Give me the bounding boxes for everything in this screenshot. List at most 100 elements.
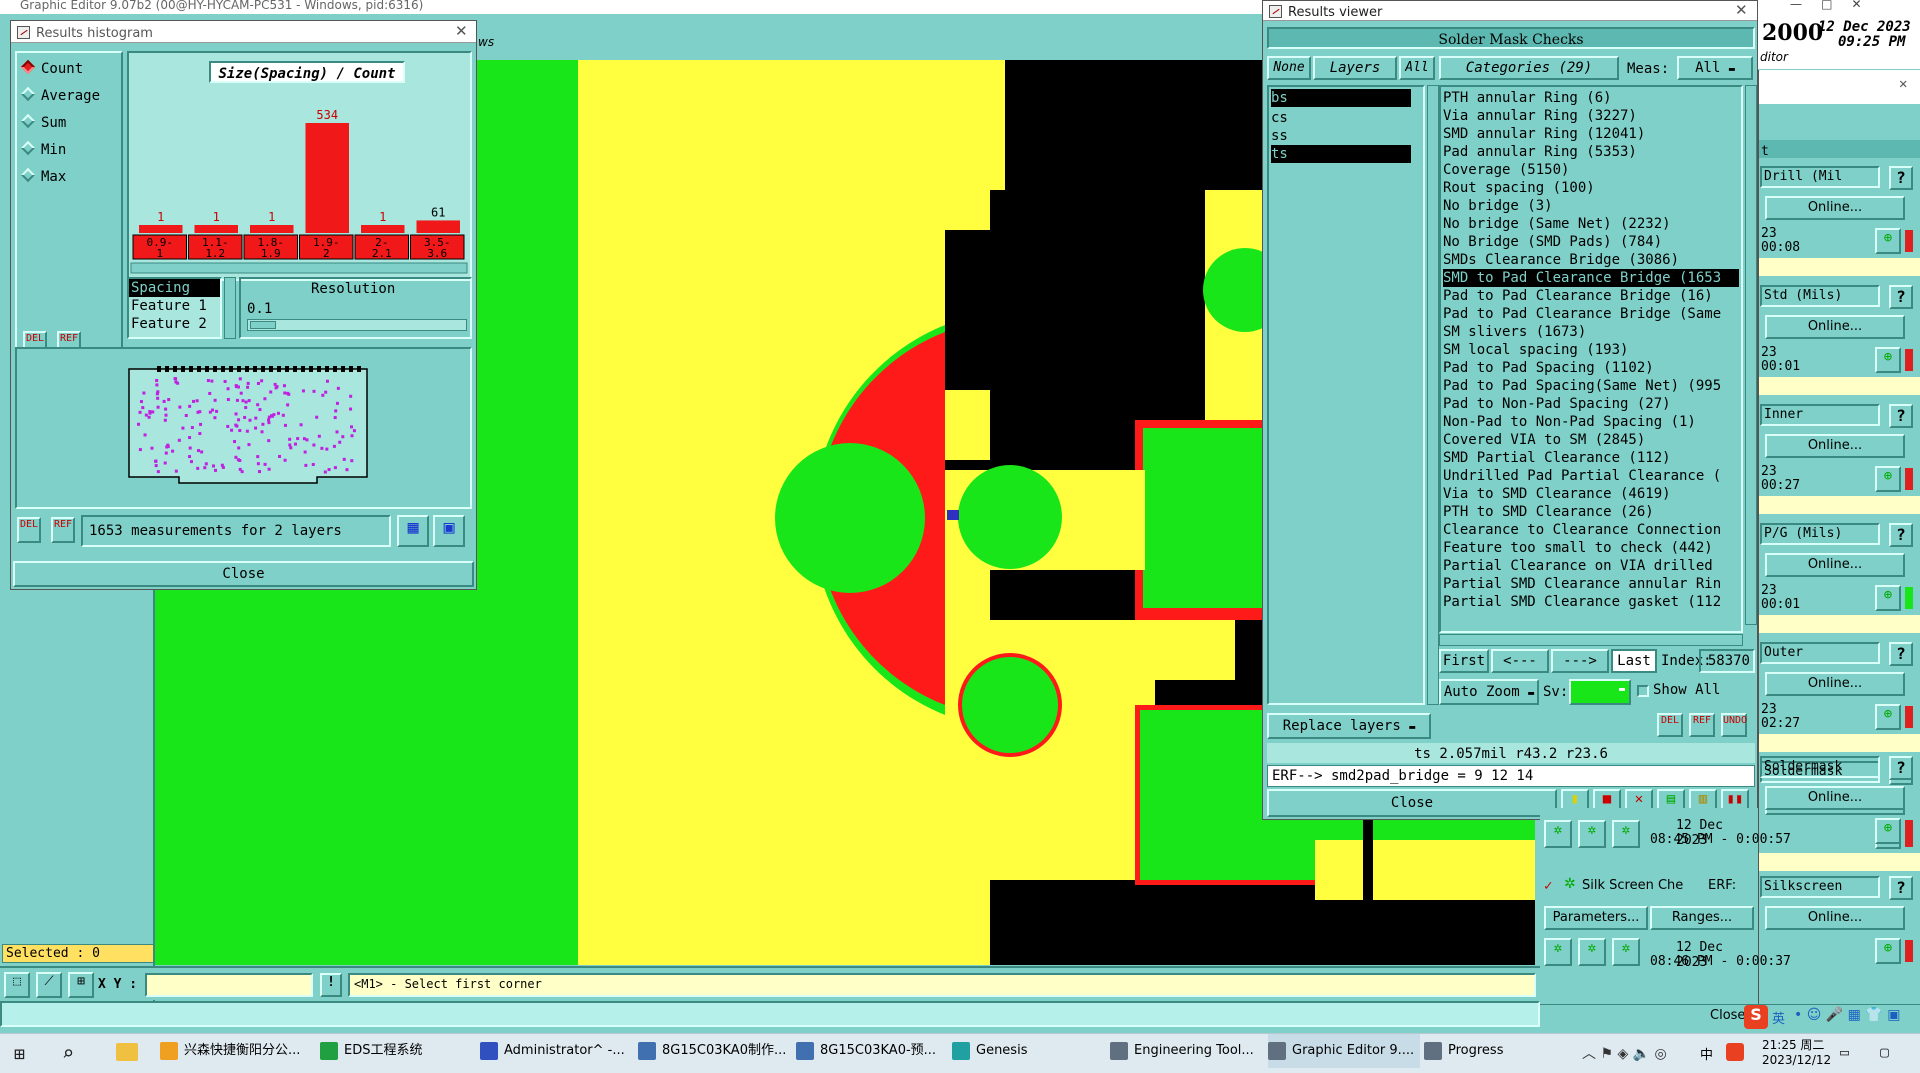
category-item[interactable]: SMD Partial Clearance (112): [1443, 449, 1739, 467]
taskbar-item[interactable]: Graphic Editor 9....: [1268, 1034, 1420, 1068]
category-item[interactable]: SMD to Pad Clearance Bridge (1653: [1443, 269, 1739, 287]
category-item[interactable]: Feature too small to check (442): [1443, 539, 1739, 557]
category-item[interactable]: Pad to Non-Pad Spacing (27): [1443, 395, 1739, 413]
online-button[interactable]: Online...: [1765, 672, 1905, 696]
layer-item-ts[interactable]: ts: [1271, 145, 1411, 163]
help-button[interactable]: ?: [1889, 876, 1913, 900]
zoom-button[interactable]: ⊕: [1875, 938, 1901, 964]
category-item[interactable]: Pad to Pad Spacing (1102): [1443, 359, 1739, 377]
silk-check-toggle[interactable]: ✓: [1544, 878, 1558, 894]
histogram-bar[interactable]: [194, 225, 239, 233]
category-item[interactable]: Partial SMD Clearance gasket (112: [1443, 593, 1739, 611]
ime-lang[interactable]: 英: [1772, 1008, 1785, 1027]
category-item[interactable]: SM local spacing (193): [1443, 341, 1739, 359]
zoom-button[interactable]: ⊕: [1875, 228, 1901, 254]
taskbar-item[interactable]: EDS工程系统: [320, 1034, 472, 1068]
zoom-button[interactable]: ⊕: [1875, 466, 1901, 492]
tray-icons[interactable]: ︿ ⚑ ◈ 🔈 ◎: [1582, 1043, 1667, 1063]
close-icon[interactable]: ✕: [455, 22, 468, 40]
mode-sum[interactable]: Sum: [20, 113, 66, 131]
results-close-button[interactable]: Close: [1267, 789, 1557, 817]
close-icon[interactable]: ✕: [1899, 76, 1907, 92]
silk-run-button[interactable]: ✲: [1544, 938, 1572, 966]
notification-icon[interactable]: ▭: [1840, 1043, 1849, 1061]
online-button[interactable]: Online...: [1765, 786, 1905, 810]
windows-start-icon[interactable]: ⊞: [14, 1044, 25, 1065]
sm-run-button-3[interactable]: ✲: [1612, 820, 1640, 848]
help-button[interactable]: ?: [1889, 523, 1913, 547]
category-item[interactable]: Non-Pad to Non-Pad Spacing (1): [1443, 413, 1739, 431]
histogram-export-button[interactable]: ▦: [397, 515, 429, 547]
tool-button-2[interactable]: ⟋: [36, 972, 62, 998]
layer-item-bs[interactable]: bs: [1271, 89, 1411, 107]
online-button[interactable]: Online...: [1765, 196, 1905, 220]
board-preview[interactable]: [15, 347, 472, 509]
info-button[interactable]: !: [320, 973, 342, 997]
histogram-bar[interactable]: [139, 225, 183, 233]
category-item[interactable]: PTH annular Ring (6): [1443, 89, 1739, 107]
category-item[interactable]: Clearance to Clearance Connection: [1443, 521, 1739, 539]
histogram-close-button[interactable]: Close: [13, 561, 474, 587]
tray-lang[interactable]: 中: [1700, 1044, 1713, 1063]
categories-button[interactable]: Categories (29): [1439, 56, 1619, 80]
first-button[interactable]: First: [1439, 649, 1489, 673]
auto-zoom-dropdown[interactable]: Auto Zoom ▬: [1439, 679, 1539, 705]
category-item[interactable]: Rout spacing (100): [1443, 179, 1739, 197]
category-item[interactable]: Pad to Pad Clearance Bridge (Same: [1443, 305, 1739, 323]
silk-run-button-3[interactable]: ✲: [1612, 938, 1640, 966]
measure-item-feature2[interactable]: Feature 2: [129, 315, 220, 333]
category-item[interactable]: SM slivers (1673): [1443, 323, 1739, 341]
search-icon[interactable]: ⌕: [62, 1041, 74, 1065]
tool-button-1[interactable]: ⬚: [4, 972, 30, 998]
category-item[interactable]: No Bridge (SMD Pads) (784): [1443, 233, 1739, 251]
layers-scrollbar[interactable]: [1427, 85, 1439, 705]
zoom-button[interactable]: ⊕: [1875, 585, 1901, 611]
help-button[interactable]: ?: [1889, 642, 1913, 666]
category-item[interactable]: SMD annular Ring (12041): [1443, 125, 1739, 143]
file-explorer-icon[interactable]: [116, 1043, 138, 1061]
zoom-button[interactable]: ⊕: [1875, 347, 1901, 373]
parameters-button[interactable]: Parameters...: [1544, 906, 1648, 930]
del-button-2[interactable]: DEL: [17, 517, 41, 543]
show-all-checkbox[interactable]: [1637, 685, 1649, 697]
mode-average[interactable]: Average: [20, 86, 100, 104]
sm-run-button-2[interactable]: ✲: [1578, 820, 1606, 848]
window-controls[interactable]: — □ ✕: [1790, 0, 1862, 11]
category-item[interactable]: Coverage (5150): [1443, 161, 1739, 179]
histogram-bar[interactable]: [305, 123, 350, 233]
measure-item-spacing[interactable]: Spacing: [129, 279, 220, 297]
prev-button[interactable]: <---: [1491, 649, 1549, 673]
help-button[interactable]: ?: [1889, 404, 1913, 428]
category-item[interactable]: Undrilled Pad Partial Clearance (: [1443, 467, 1739, 485]
category-item[interactable]: Partial SMD Clearance annular Rin: [1443, 575, 1739, 593]
ref-button-2[interactable]: REF: [51, 517, 75, 543]
zoom-button[interactable]: ⊕: [1875, 704, 1901, 730]
category-item[interactable]: Pad annular Ring (5353): [1443, 143, 1739, 161]
category-item[interactable]: No bridge (3): [1443, 197, 1739, 215]
grid-button[interactable]: ⊞: [68, 972, 94, 998]
layers-button[interactable]: Layers: [1313, 56, 1397, 80]
measure-item-feature1[interactable]: Feature 1: [129, 297, 220, 315]
histogram-bar[interactable]: [250, 225, 294, 233]
sm-run-button[interactable]: ✲: [1544, 820, 1572, 848]
resolution-slider[interactable]: [247, 319, 467, 331]
close-icon[interactable]: ✕: [1735, 1, 1748, 19]
sv-color-dropdown[interactable]: ▬: [1569, 679, 1631, 705]
category-item[interactable]: Pad to Pad Clearance Bridge (16): [1443, 287, 1739, 305]
ranges-button[interactable]: Ranges...: [1650, 906, 1754, 930]
chart-scrollbar[interactable]: [130, 262, 468, 274]
mode-max[interactable]: Max: [20, 167, 66, 185]
taskbar-item[interactable]: 兴森快捷衡阳分公...: [160, 1034, 312, 1068]
taskbar-item[interactable]: Engineering Tool...: [1110, 1034, 1262, 1068]
category-item[interactable]: Covered VIA to SM (2845): [1443, 431, 1739, 449]
xy-input[interactable]: [145, 973, 313, 997]
all-button[interactable]: All: [1399, 56, 1435, 80]
layer-item-cs[interactable]: cs: [1271, 109, 1411, 127]
category-item[interactable]: Partial Clearance on VIA drilled: [1443, 557, 1739, 575]
meas-dropdown[interactable]: All ▬: [1677, 56, 1753, 80]
online-button[interactable]: Online...: [1765, 553, 1905, 577]
none-button[interactable]: None: [1267, 56, 1311, 80]
global-close-button[interactable]: Close: [1710, 1008, 1745, 1023]
mode-min[interactable]: Min: [20, 140, 66, 158]
categories-hscrollbar[interactable]: [1439, 634, 1743, 646]
